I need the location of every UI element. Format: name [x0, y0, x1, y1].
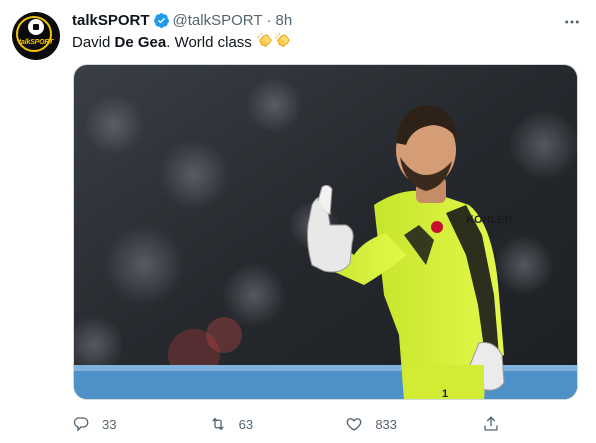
reply-icon [73, 417, 89, 432]
tweet-text-start: David [72, 34, 115, 51]
clapping-hands-emoji-icon [256, 32, 272, 47]
clapping-hands-emoji-icon [274, 32, 290, 47]
tweet-photo[interactable]: KOHLER 1 [73, 64, 578, 400]
display-name[interactable]: talkSPORT [72, 12, 150, 29]
reply-button[interactable]: 33 [72, 415, 132, 433]
like-count: 833 [375, 416, 398, 432]
avatar[interactable]: talkSPORT [12, 12, 60, 60]
reply-count: 33 [102, 416, 117, 432]
avatar-logo-text: talkSPORT [18, 39, 54, 46]
tweet-text-bold: De Gea [114, 34, 167, 51]
verified-badge-icon [153, 12, 169, 28]
goalkeeper-photo: KOHLER 1 [74, 65, 577, 400]
tweet-header: talkSPORT @talkSPORT · 8h [72, 10, 292, 30]
retweet-icon [211, 417, 224, 431]
like-button[interactable]: 833 [345, 415, 405, 433]
separator-dot: · [266, 11, 272, 29]
football-icon [28, 19, 44, 35]
tweet-text: David De Gea. World class [72, 32, 292, 53]
heart-icon [346, 418, 362, 431]
share-icon [484, 416, 498, 431]
kit-sponsor-text: KOHLER [466, 214, 513, 226]
retweet-count: 63 [238, 416, 254, 432]
share-button[interactable] [482, 415, 512, 433]
shirt-number-text: 1 [442, 388, 448, 400]
tweet-timestamp[interactable]: 8h [276, 12, 293, 29]
retweet-button[interactable]: 63 [209, 415, 269, 433]
tweet-text-end: . World class [166, 34, 252, 51]
tweet-actions: 33 63 833 [72, 408, 512, 440]
user-handle[interactable]: @talkSPORT [173, 12, 263, 29]
more-options-icon[interactable] [562, 12, 582, 32]
